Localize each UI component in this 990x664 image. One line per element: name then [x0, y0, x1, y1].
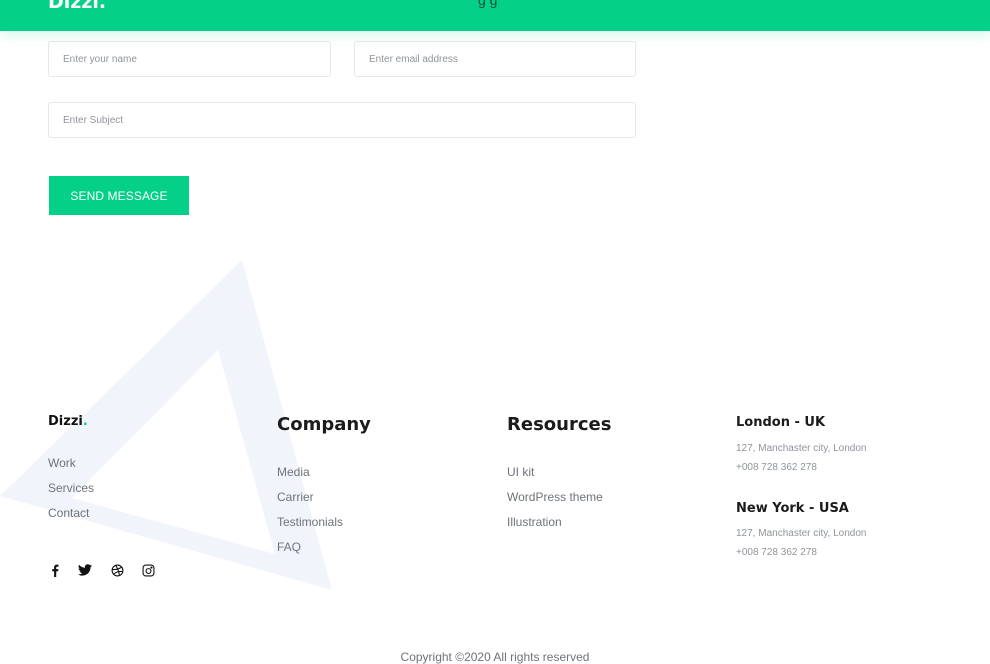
footer-link-media[interactable]: Media — [277, 465, 310, 479]
subject-input[interactable] — [48, 102, 636, 138]
footer-link-testimonials[interactable]: Testimonials — [277, 515, 343, 529]
header-bar: Dizzi. g g — [0, 0, 990, 31]
footer-link-contact[interactable]: Contact — [48, 506, 89, 520]
email-input[interactable] — [354, 41, 636, 77]
footer-logo[interactable]: Dizzi. — [48, 414, 88, 429]
footer-link-faq[interactable]: FAQ — [277, 540, 301, 554]
send-message-button[interactable]: SEND MESSAGE — [49, 176, 189, 215]
header-logo[interactable]: Dizzi. — [48, 0, 106, 13]
footer-link-wordpress-theme[interactable]: WordPress theme — [507, 490, 603, 504]
footer-resources-title: Resources — [507, 414, 612, 435]
footer-link-carrier[interactable]: Carrier — [277, 490, 314, 504]
twitter-icon[interactable] — [77, 562, 93, 578]
instagram-icon[interactable] — [140, 562, 156, 578]
footer-link-work[interactable]: Work — [48, 456, 76, 470]
footer-link-services[interactable]: Services — [48, 481, 94, 495]
office-london-phone[interactable]: +008 728 362 278 — [736, 462, 817, 473]
facebook-icon[interactable] — [47, 562, 63, 578]
office-london-title: London - UK — [736, 415, 826, 430]
dribbble-icon[interactable] — [109, 562, 125, 578]
footer-link-illustration[interactable]: Illustration — [507, 515, 562, 529]
office-london-address: 127, Manchaster city, London — [736, 443, 867, 454]
copyright-text: Copyright ©2020 All rights reserved — [400, 650, 590, 664]
office-newyork-address: 127, Manchaster city, London — [736, 528, 867, 539]
header-nav-partial[interactable]: g g — [478, 0, 497, 8]
name-input[interactable] — [48, 41, 331, 77]
footer-company-title: Company — [277, 414, 371, 435]
office-newyork-phone[interactable]: +008 728 362 278 — [736, 547, 817, 558]
office-newyork-title: New York - USA — [736, 501, 849, 516]
footer-link-ui-kit[interactable]: UI kit — [507, 465, 534, 479]
